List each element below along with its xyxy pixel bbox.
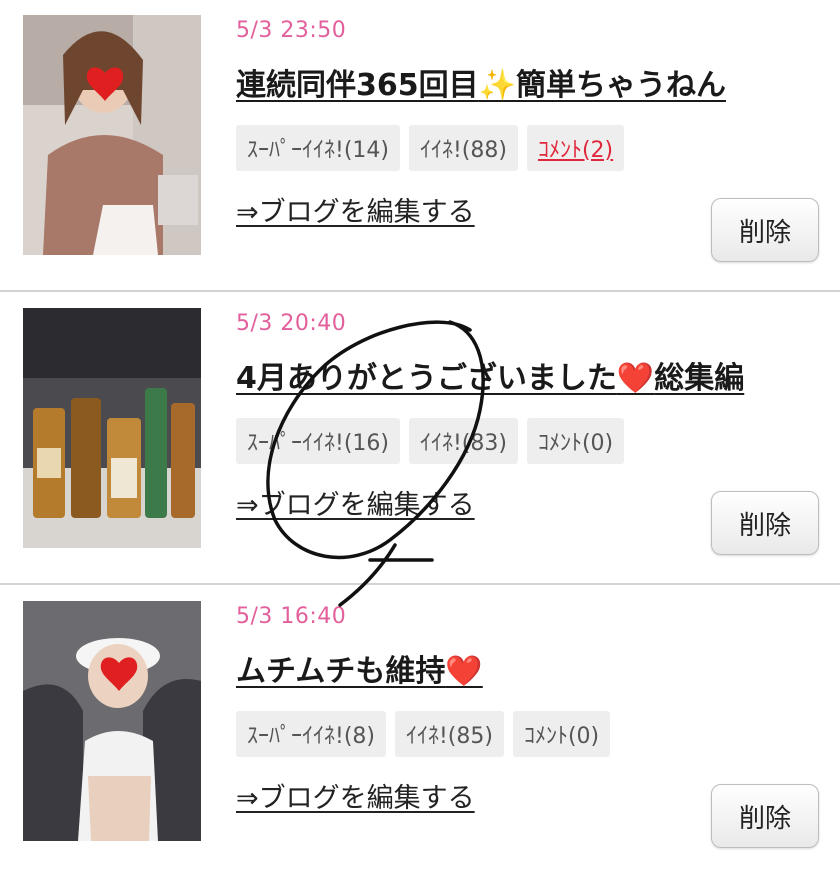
post-title-text: ムチムチも維持	[236, 654, 446, 689]
post-title-suffix: 簡単ちゃうねん	[515, 68, 726, 103]
reaction-badges: ｽｰﾊﾟｰｲｲﾈ!(16) ｲｲﾈ!(83) ｺﾒﾝﾄ(0)	[236, 418, 625, 464]
post-thumbnail-2[interactable]	[23, 308, 201, 548]
like-badge[interactable]: ｲｲﾈ!(83)	[408, 418, 518, 464]
sparkle-icon: ✨	[478, 68, 516, 103]
delete-button[interactable]: 削除	[711, 784, 819, 848]
reaction-badges: ｽｰﾊﾟｰｲｲﾈ!(14) ｲｲﾈ!(88) ｺﾒﾝﾄ(2)	[236, 125, 625, 171]
super-like-badge[interactable]: ｽｰﾊﾟｰｲｲﾈ!(8)	[236, 711, 386, 757]
post-title-text: 連続同伴365回目	[236, 68, 479, 103]
post-title-link[interactable]: ムチムチも維持❤️	[236, 646, 483, 690]
super-like-badge[interactable]: ｽｰﾊﾟｰｲｲﾈ!(16)	[236, 418, 400, 464]
comment-badge[interactable]: ｺﾒﾝﾄ(2)	[526, 125, 625, 171]
post-thumbnail-3[interactable]	[23, 601, 201, 841]
photo-selfie-image	[23, 15, 201, 255]
edit-blog-link[interactable]: ⇒ブログを編集する	[236, 483, 475, 522]
post-title-text: 4月ありがとうございました	[236, 361, 617, 396]
blog-post-2: 5/3 20:40 4月ありがとうございました❤️総集編 ｽｰﾊﾟｰｲｲﾈ!(1…	[0, 293, 840, 585]
post-thumbnail-1[interactable]	[23, 15, 201, 255]
post-timestamp: 5/3 23:50	[236, 18, 347, 43]
post-title-link[interactable]: 連続同伴365回目✨簡単ちゃうねん	[236, 60, 726, 104]
photo-bottles-image	[23, 308, 201, 548]
heart-icon: ❤️	[616, 361, 655, 396]
post-timestamp: 5/3 20:40	[236, 311, 347, 336]
comment-badge[interactable]: ｺﾒﾝﾄ(0)	[512, 711, 611, 757]
super-like-badge[interactable]: ｽｰﾊﾟｰｲｲﾈ!(14)	[236, 125, 400, 171]
delete-button[interactable]: 削除	[711, 491, 819, 555]
photo-gym-selfie-image	[23, 601, 201, 841]
post-timestamp: 5/3 16:40	[236, 604, 347, 629]
blog-post-3: 5/3 16:40 ムチムチも維持❤️ ｽｰﾊﾟｰｲｲﾈ!(8) ｲｲﾈ!(85…	[0, 586, 840, 878]
heart-icon: ❤️	[445, 654, 483, 689]
edit-blog-link[interactable]: ⇒ブログを編集する	[236, 776, 475, 815]
edit-blog-link[interactable]: ⇒ブログを編集する	[236, 190, 475, 229]
like-badge[interactable]: ｲｲﾈ!(88)	[408, 125, 518, 171]
like-badge[interactable]: ｲｲﾈ!(85)	[394, 711, 504, 757]
post-title-link[interactable]: 4月ありがとうございました❤️総集編	[236, 353, 744, 397]
reaction-badges: ｽｰﾊﾟｰｲｲﾈ!(8) ｲｲﾈ!(85) ｺﾒﾝﾄ(0)	[236, 711, 611, 757]
post-divider	[0, 583, 840, 585]
post-divider	[0, 290, 840, 292]
blog-post-1: 5/3 23:50 連続同伴365回目✨簡単ちゃうねん ｽｰﾊﾟｰｲｲﾈ!(14…	[0, 0, 840, 292]
delete-button[interactable]: 削除	[711, 198, 819, 262]
comment-badge[interactable]: ｺﾒﾝﾄ(0)	[526, 418, 625, 464]
post-title-suffix: 総集編	[654, 361, 745, 396]
